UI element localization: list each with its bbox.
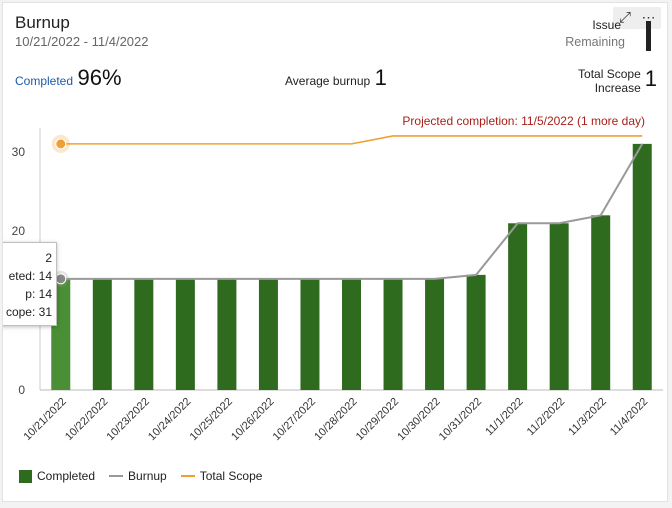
x-tick-label: 10/31/2022: [437, 396, 484, 443]
legend-swatch-completed: [19, 469, 32, 483]
legend-swatch-total-scope: [180, 475, 195, 477]
data-tooltip: 2 eted: 14 p: 14 cope: 31: [3, 242, 57, 326]
legend-burnup[interactable]: Burnup: [109, 469, 167, 483]
x-tick-label: 10/26/2022: [229, 396, 276, 443]
completed-value: 96%: [77, 65, 122, 90]
burnup-widget: Burnup 10/21/2022 - 11/4/2022 ⤢ ⋯ Issue …: [2, 2, 668, 502]
y-tick-label: 20: [12, 224, 26, 238]
average-burnup-stat: Average burnup 1: [285, 65, 387, 91]
widget-title: Burnup: [15, 13, 70, 32]
total-scope-line: [60, 135, 643, 145]
x-tick-label: 11/3/2022: [566, 396, 609, 439]
date-range: 10/21/2022 - 11/4/2022: [15, 34, 149, 49]
scope-increase-stat: Total Scope Increase 1: [578, 66, 657, 96]
x-tick-label: 11/1/2022: [483, 396, 526, 439]
issue-label: Issue: [592, 18, 621, 32]
completed-bar: [92, 278, 112, 390]
x-tick-label: 11/2/2022: [525, 396, 568, 439]
average-burnup-value: 1: [374, 65, 387, 90]
completed-bar: [258, 278, 278, 390]
burnup-chart[interactable]: 010203010/21/202210/22/202210/23/202210/…: [3, 123, 668, 463]
remaining-value-bar: [646, 21, 651, 51]
chart-legend: Completed Burnup Total Scope: [19, 469, 276, 483]
completed-bar: [134, 278, 154, 390]
x-tick-label: 10/21/2022: [21, 396, 68, 443]
completed-label: Completed: [15, 74, 74, 88]
legend-label-burnup: Burnup: [128, 469, 167, 483]
legend-label-completed: Completed: [37, 469, 96, 483]
legend-completed[interactable]: Completed: [19, 469, 95, 483]
scope-increase-label: Total Scope Increase: [578, 67, 641, 95]
completed-bar: [549, 223, 569, 390]
completed-bar: [300, 278, 320, 390]
completed-bar: [342, 278, 361, 390]
scope-increase-label-line1: Total Scope: [578, 67, 641, 81]
x-tick-label: 11/4/2022: [608, 396, 651, 439]
x-tick-label: 10/28/2022: [312, 396, 359, 443]
completed-bar: [175, 278, 195, 390]
completed-bar: [591, 215, 611, 390]
legend-total-scope[interactable]: Total Scope: [180, 469, 263, 483]
x-tick-label: 10/23/2022: [105, 396, 152, 443]
y-tick-label: 0: [18, 383, 25, 397]
legend-swatch-burnup: [109, 475, 124, 477]
scope-increase-value: 1: [644, 66, 657, 91]
tooltip-line: 2: [45, 251, 52, 265]
x-tick-label: 10/24/2022: [146, 396, 193, 443]
completed-bar: [383, 278, 403, 390]
remaining-label: Remaining: [565, 35, 625, 49]
burnup-marker: [55, 273, 67, 285]
completed-bar: [466, 274, 486, 390]
x-tick-label: 10/25/2022: [188, 396, 235, 443]
x-tick-label: 10/27/2022: [271, 396, 318, 443]
scope-increase-label-line2: Increase: [594, 81, 641, 95]
completed-stat: Completed 96%: [15, 65, 122, 91]
average-burnup-label: Average burnup: [285, 74, 371, 88]
tooltip-line: p: 14: [25, 287, 52, 301]
x-tick-label: 10/29/2022: [354, 396, 401, 443]
completed-bar: [508, 223, 528, 390]
x-tick-label: 10/30/2022: [395, 396, 442, 443]
legend-label-total-scope: Total Scope: [199, 469, 263, 483]
completed-bar: [425, 278, 445, 390]
completed-bar: [632, 143, 652, 390]
total-scope-marker: [55, 138, 67, 150]
y-tick-label: 30: [12, 145, 26, 159]
tooltip-line: eted: 14: [8, 269, 52, 283]
completed-bar: [217, 278, 237, 390]
x-tick-label: 10/22/2022: [63, 396, 110, 443]
tooltip-line: cope: 31: [5, 305, 52, 319]
